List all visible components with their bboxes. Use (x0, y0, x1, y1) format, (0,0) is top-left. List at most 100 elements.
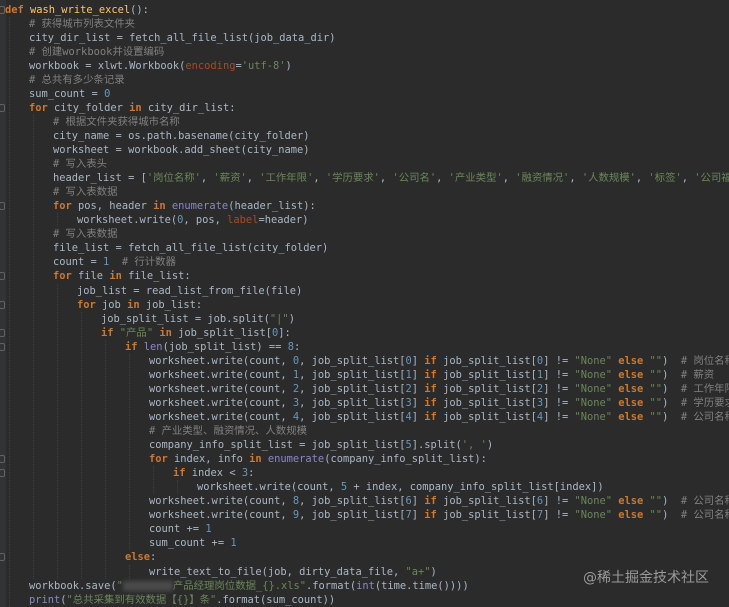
code-line[interactable]: worksheet = workbook.add_sheet(city_name… (53, 143, 309, 157)
code-line[interactable]: for index, info in enumerate(company_inf… (149, 452, 487, 466)
code-token: if (424, 410, 444, 423)
code-token: ] != (543, 382, 575, 395)
code-token: ] (411, 368, 425, 381)
code-token: ] (411, 495, 425, 508)
fold-marker-icon[interactable] (0, 328, 5, 337)
code-line[interactable]: worksheet.write(count, 9, job_split_list… (149, 508, 729, 522)
fold-marker-icon[interactable] (0, 469, 5, 478)
code-token: 产品经理岗位数据_{}.xls" (172, 579, 307, 592)
code-line[interactable]: workbook.save(" 产品经理岗位数据_{}.xls".format(i… (29, 579, 469, 593)
code-line[interactable]: count += 1 (149, 522, 212, 536)
code-line[interactable]: for city_folder in city_dir_list: (29, 101, 235, 115)
code-token: "|" (269, 312, 289, 325)
code-token: workbook.save( (29, 579, 117, 592)
code-token: job_split_list[ (443, 396, 537, 409)
fold-marker-icon[interactable] (0, 553, 5, 562)
code-token: ] (411, 509, 425, 522)
code-line[interactable]: city_name = os.path.basename(city_folder… (53, 129, 309, 143)
code-token: : (150, 551, 157, 564)
code-line[interactable]: write_text_to_file(job, dirty_data_file,… (149, 565, 437, 579)
code-token: worksheet.write(count, (149, 368, 293, 381)
code-token: "None" (574, 509, 619, 522)
code-line[interactable]: # 写入表数据 (53, 227, 117, 241)
code-token: in (109, 270, 129, 283)
code-line[interactable]: worksheet.write(count, 1, job_split_list… (149, 368, 714, 382)
code-token: , (200, 172, 214, 185)
code-token: job_split_list[ (443, 509, 537, 522)
fold-marker-icon[interactable] (0, 5, 5, 14)
code-line[interactable]: # 产业类型、融资情况、人数规模 (149, 424, 307, 438)
code-token: + index, company_info_split_list[index]) (347, 481, 604, 494)
code-token: job_split_list = job.split( (101, 312, 270, 325)
code-line[interactable]: else: (125, 550, 156, 564)
code-line[interactable]: for pos, header in enumerate(header_list… (53, 199, 316, 213)
code-token: header_list = [ (53, 172, 147, 185)
code-comment: # 公司名称 (680, 410, 729, 423)
code-token: job_split_list[ (443, 382, 537, 395)
code-line[interactable]: worksheet.write(count, 4, job_split_list… (149, 410, 729, 424)
code-token: 0 (104, 87, 111, 100)
code-line[interactable]: # 写入表头 (53, 157, 107, 171)
code-editor[interactable]: def wash_write_excel(): # 获得城市列表文件夹 city_d… (0, 0, 729, 607)
code-line[interactable]: sum_count += 1 (149, 536, 237, 550)
code-comment: # 获得城市列表文件夹 (29, 17, 136, 30)
code-line[interactable]: worksheet.write(count, 5 + index, compan… (197, 480, 604, 494)
code-token: city_dir_list: (147, 101, 236, 114)
code-token: else (618, 396, 650, 409)
code-line[interactable]: # 根据文件夹获得城市名称 (53, 115, 180, 129)
code-token: ] (411, 396, 425, 409)
code-line[interactable]: job_list = read_list_from_file(file) (77, 284, 302, 298)
code-token: "None" (574, 495, 619, 508)
code-line[interactable]: if len(job_split_list) == 8: (125, 340, 300, 354)
code-comment: # 公司名称 (680, 495, 729, 508)
code-line[interactable]: worksheet.write(count, 2, job_split_list… (149, 382, 729, 396)
code-line[interactable]: header_list = ['岗位名称', '薪资', '工作年限', '学历… (53, 171, 729, 185)
code-line[interactable]: city_dir_list = fetch_all_file_list(job_… (29, 31, 336, 45)
code-line[interactable]: worksheet.write(count, 8, job_split_list… (149, 494, 729, 508)
code-line[interactable]: # 创建workbook并设置编码 (29, 45, 164, 59)
code-comment: # 岗位名称 (680, 354, 729, 367)
code-line[interactable]: # 写入表数据 (53, 185, 117, 199)
code-token: ) (662, 509, 681, 522)
code-line[interactable]: sum_count = 0 (29, 87, 110, 101)
code-line[interactable]: worksheet.write(0, pos, label=header) (77, 213, 308, 227)
code-line[interactable]: if index < 3: (173, 466, 254, 480)
code-token: worksheet.write( (77, 214, 178, 227)
code-token: ) (662, 396, 681, 409)
code-token: worksheet.write(count, (149, 396, 293, 409)
code-token: ) (662, 354, 681, 367)
code-token: for (149, 453, 175, 466)
code-token: in (153, 200, 172, 213)
fold-marker-icon[interactable] (0, 342, 5, 351)
code-comment: # 根据文件夹获得城市名称 (53, 115, 180, 128)
fold-marker-icon[interactable] (0, 103, 5, 112)
fold-marker-icon[interactable] (0, 202, 5, 211)
code-line[interactable]: file_list = fetch_all_file_list(city_fol… (53, 241, 328, 255)
code-token: else (618, 495, 650, 508)
code-line[interactable]: # 总共有多少条记录 (29, 73, 125, 87)
fold-marker-icon[interactable] (0, 272, 5, 281)
fold-marker-icon[interactable] (0, 300, 5, 309)
code-line[interactable]: # 获得城市列表文件夹 (29, 17, 135, 31)
code-line[interactable]: for job in job_list: (77, 298, 202, 312)
code-line[interactable]: workbook = xlwt.Workbook(encoding='utf-8… (29, 59, 292, 73)
code-line[interactable]: for file in file_list: (53, 269, 191, 283)
code-line[interactable]: job_split_list = job.split("|") (101, 312, 295, 326)
code-token: '公司名' (392, 172, 437, 185)
code-token: worksheet.write(count, (149, 509, 293, 522)
code-token: ) (662, 382, 681, 395)
code-line[interactable]: if "产品" in job_split_list[0]: (101, 326, 291, 340)
code-line[interactable]: worksheet.write(count, 0, job_split_list… (149, 354, 729, 368)
code-line[interactable]: worksheet.write(count, 3, job_split_list… (149, 396, 729, 410)
fold-marker-icon[interactable] (0, 455, 5, 464)
code-token: count = (53, 256, 104, 269)
code-token: else (618, 382, 650, 395)
code-token: if (173, 467, 192, 480)
code-line[interactable]: count = 1 # 行计数器 (53, 255, 176, 269)
code-token: job_split_list[ (443, 368, 537, 381)
code-token: index < (191, 467, 242, 480)
code-line[interactable]: company_info_split_list = job_split_list… (149, 438, 493, 452)
code-line[interactable]: print("总共采集到有效数据【{}】条".format(sum_count)… (29, 593, 335, 607)
code-line[interactable]: def wash_write_excel(): (5, 3, 149, 17)
code-token: (): (130, 3, 149, 16)
